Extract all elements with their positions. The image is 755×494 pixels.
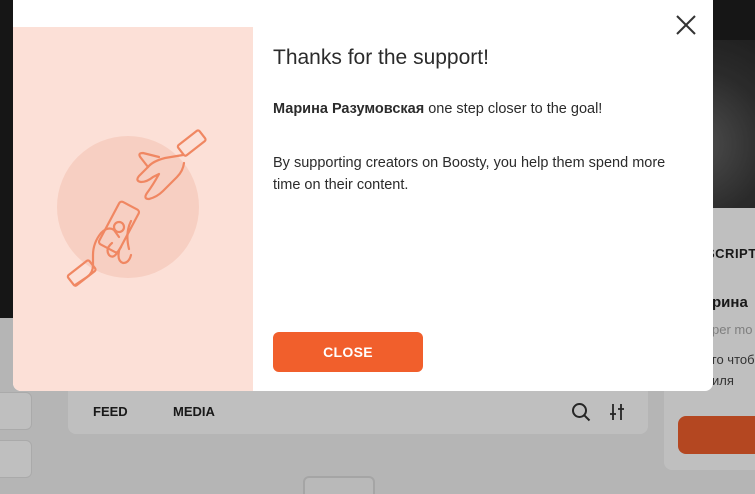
close-button[interactable]: CLOSE bbox=[273, 332, 423, 372]
creator-name[interactable]: Марина Разумовская bbox=[273, 101, 424, 117]
illustration-panel bbox=[13, 27, 253, 391]
goal-message: Марина Разумовская one step closer to th… bbox=[273, 101, 602, 117]
close-icon[interactable] bbox=[671, 10, 701, 40]
modal-description: By supporting creators on Boosty, you he… bbox=[273, 155, 666, 193]
modal-title: Thanks for the support! bbox=[273, 46, 489, 69]
hands-money-exchange-icon bbox=[57, 129, 207, 287]
thanks-modal: Thanks for the support! Марина Разумовск… bbox=[13, 0, 713, 391]
goal-text: one step closer to the goal! bbox=[424, 101, 603, 117]
